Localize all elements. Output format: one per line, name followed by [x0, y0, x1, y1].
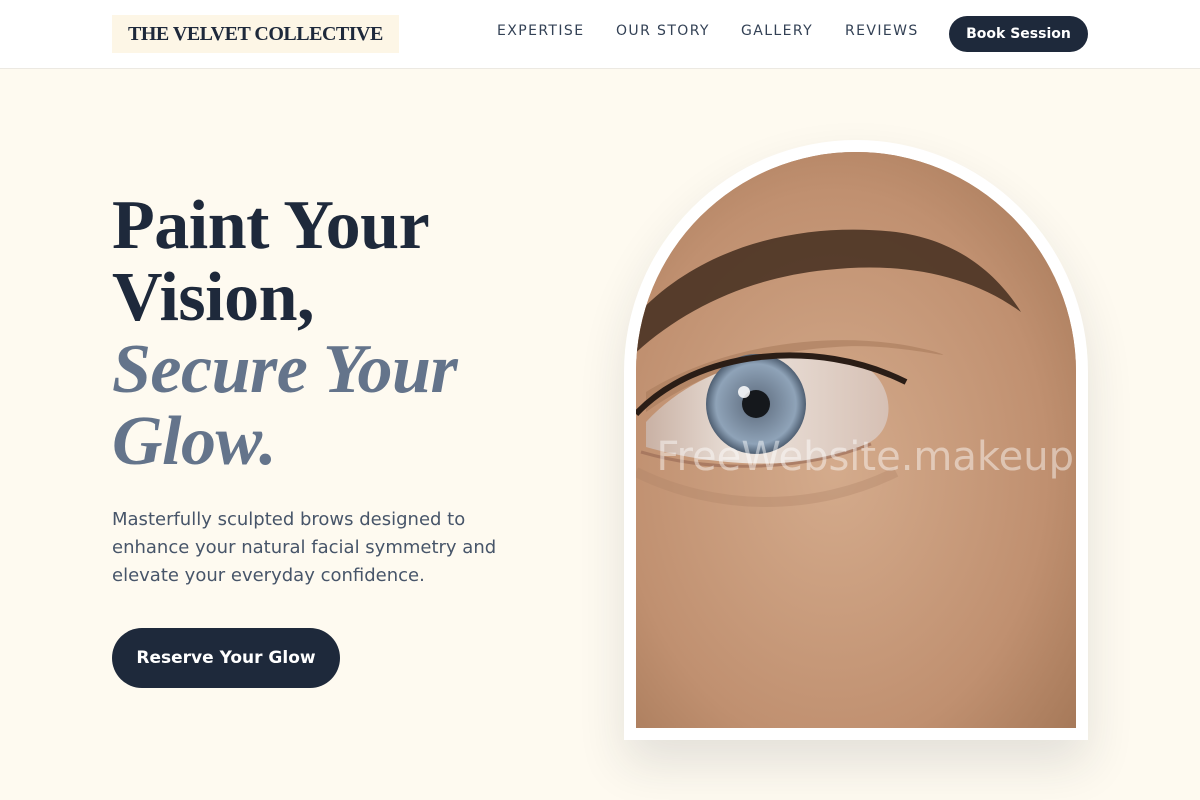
nav-link-reviews[interactable]: REVIEWS — [845, 23, 919, 39]
headline-accent-1: Secure Your — [112, 331, 458, 408]
hero-image-frame: FreeWebsite.makeup — [624, 140, 1088, 740]
book-session-button[interactable]: Book Session — [949, 16, 1088, 52]
reserve-glow-button[interactable]: Reserve Your Glow — [112, 628, 340, 688]
hero-description: Masterfully sculpted brows designed to e… — [112, 509, 497, 586]
eye-closeup-photo: FreeWebsite.makeup — [636, 152, 1076, 728]
nav-link-our-story[interactable]: OUR STORY — [616, 23, 710, 39]
site-header: THE VELVET COLLECTIVE EXPERTISE OUR STOR… — [0, 0, 1200, 69]
headline-line-2: Vision, — [112, 259, 315, 336]
image-watermark: FreeWebsite.makeup — [656, 434, 1074, 480]
headline-line-1: Paint Your — [112, 187, 430, 264]
headline-accent-2: Glow. — [112, 403, 277, 480]
nav-link-gallery[interactable]: GALLERY — [741, 23, 813, 39]
hero-headline: Paint Your Vision, Secure Your Glow. — [112, 190, 582, 478]
brand-logo[interactable]: THE VELVET COLLECTIVE — [112, 15, 399, 53]
nav-link-expertise[interactable]: EXPERTISE — [497, 23, 584, 39]
